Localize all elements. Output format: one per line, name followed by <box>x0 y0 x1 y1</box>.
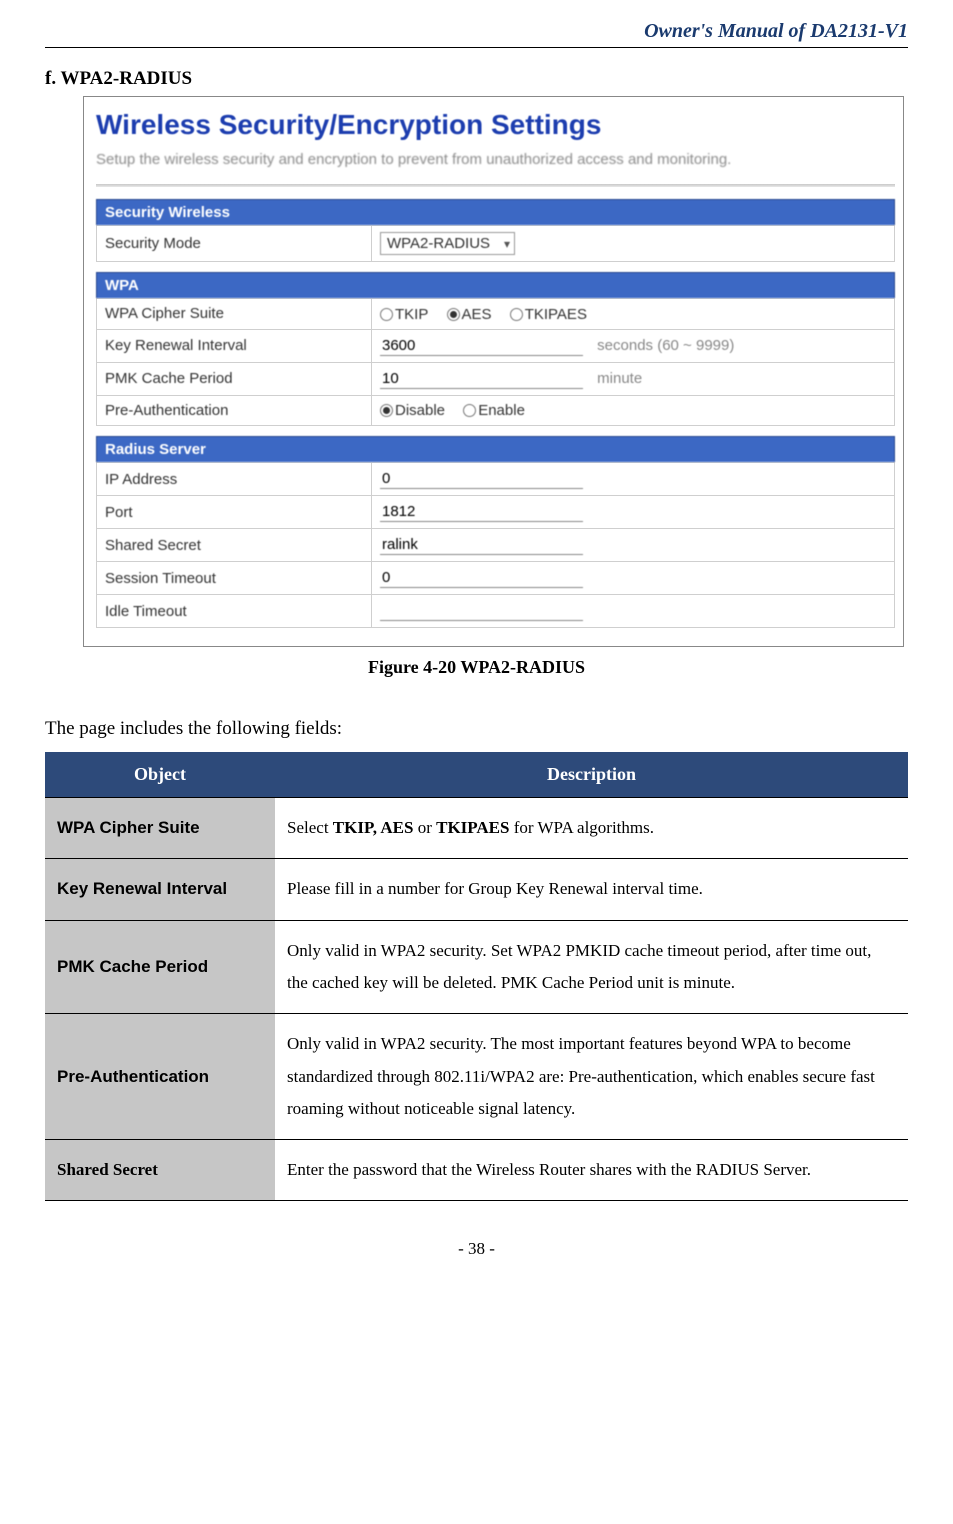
radio-disable[interactable] <box>380 404 393 417</box>
section-heading: f. WPA2-RADIUS <box>45 68 908 90</box>
desc-cell: Enter the password that the Wireless Rou… <box>275 1140 908 1201</box>
desc-cell: Only valid in WPA2 security. Set WPA2 PM… <box>275 920 908 1014</box>
radio-enable[interactable] <box>463 404 476 417</box>
radio-aes-label: AES <box>462 306 492 323</box>
section-bar-security-wireless: Security Wireless <box>96 199 895 225</box>
wizard-title: Wireless Security/Encryption Settings <box>96 109 895 141</box>
port-input[interactable] <box>380 502 583 522</box>
th-object: Object <box>45 752 275 798</box>
figure-caption: Figure 4-20 WPA2-RADIUS <box>45 657 908 678</box>
obj-cell: Shared Secret <box>45 1140 275 1201</box>
screenshot-frame: Wireless Security/Encryption Settings Se… <box>83 96 904 647</box>
ip-input[interactable] <box>380 469 583 489</box>
session-label: Session Timeout <box>97 562 372 595</box>
wizard-description: Setup the wireless security and encrypti… <box>96 149 776 170</box>
idle-label: Idle Timeout <box>97 595 372 628</box>
pmk-input[interactable] <box>380 369 583 389</box>
pmk-suffix: minute <box>597 370 642 387</box>
divider <box>96 184 895 187</box>
preauth-label: Pre-Authentication <box>97 395 372 426</box>
table-row: Key Renewal Interval Please fill in a nu… <box>45 859 908 920</box>
pmk-label: PMK Cache Period <box>97 362 372 395</box>
key-renewal-suffix: seconds (60 ~ 9999) <box>597 337 734 354</box>
radius-table: IP Address Port Shared Secret Session Ti… <box>96 462 895 628</box>
security-mode-select[interactable]: WPA2-RADIUS ▾ <box>380 232 515 255</box>
section-bar-wpa: WPA <box>96 272 895 298</box>
idle-input[interactable] <box>380 601 583 621</box>
page-header: Owner's Manual of DA2131-V1 <box>45 20 908 48</box>
obj-cell: Pre-Authentication <box>45 1014 275 1140</box>
page-number: - 38 - <box>45 1239 908 1259</box>
desc-cell: Only valid in WPA2 security. The most im… <box>275 1014 908 1140</box>
session-input[interactable] <box>380 568 583 588</box>
radio-enable-label: Enable <box>478 402 525 419</box>
port-label: Port <box>97 496 372 529</box>
secret-input[interactable] <box>380 535 583 555</box>
description-table: Object Description WPA Cipher Suite Sele… <box>45 752 908 1201</box>
radio-tkipaes-label: TKIPAES <box>525 306 587 323</box>
wpa-table: WPA Cipher Suite TKIP AES TKIPAES Key Re… <box>96 298 895 426</box>
th-description: Description <box>275 752 908 798</box>
desc-cell: Select TKIP, AES or TKIPAES for WPA algo… <box>275 798 908 859</box>
section-bar-radius: Radius Server <box>96 436 895 462</box>
security-wireless-table: Security Mode WPA2-RADIUS ▾ <box>96 225 895 262</box>
obj-cell: PMK Cache Period <box>45 920 275 1014</box>
security-mode-label: Security Mode <box>97 226 372 262</box>
obj-cell: WPA Cipher Suite <box>45 798 275 859</box>
table-row: PMK Cache Period Only valid in WPA2 secu… <box>45 920 908 1014</box>
wpa-cipher-label: WPA Cipher Suite <box>97 299 372 330</box>
key-renewal-input[interactable] <box>380 336 583 356</box>
table-row: Shared Secret Enter the password that th… <box>45 1140 908 1201</box>
ip-label: IP Address <box>97 463 372 496</box>
table-row: WPA Cipher Suite Select TKIP, AES or TKI… <box>45 798 908 859</box>
intro-text: The page includes the following fields: <box>45 718 908 740</box>
radio-tkipaes[interactable] <box>510 308 523 321</box>
radio-tkip[interactable] <box>380 308 393 321</box>
security-mode-value: WPA2-RADIUS <box>387 235 490 252</box>
table-row: Pre-Authentication Only valid in WPA2 se… <box>45 1014 908 1140</box>
key-renewal-label: Key Renewal Interval <box>97 329 372 362</box>
desc-cell: Please fill in a number for Group Key Re… <box>275 859 908 920</box>
radio-disable-label: Disable <box>395 402 445 419</box>
radio-aes[interactable] <box>447 308 460 321</box>
chevron-down-icon: ▾ <box>504 237 510 251</box>
radio-tkip-label: TKIP <box>395 306 428 323</box>
obj-cell: Key Renewal Interval <box>45 859 275 920</box>
secret-label: Shared Secret <box>97 529 372 562</box>
